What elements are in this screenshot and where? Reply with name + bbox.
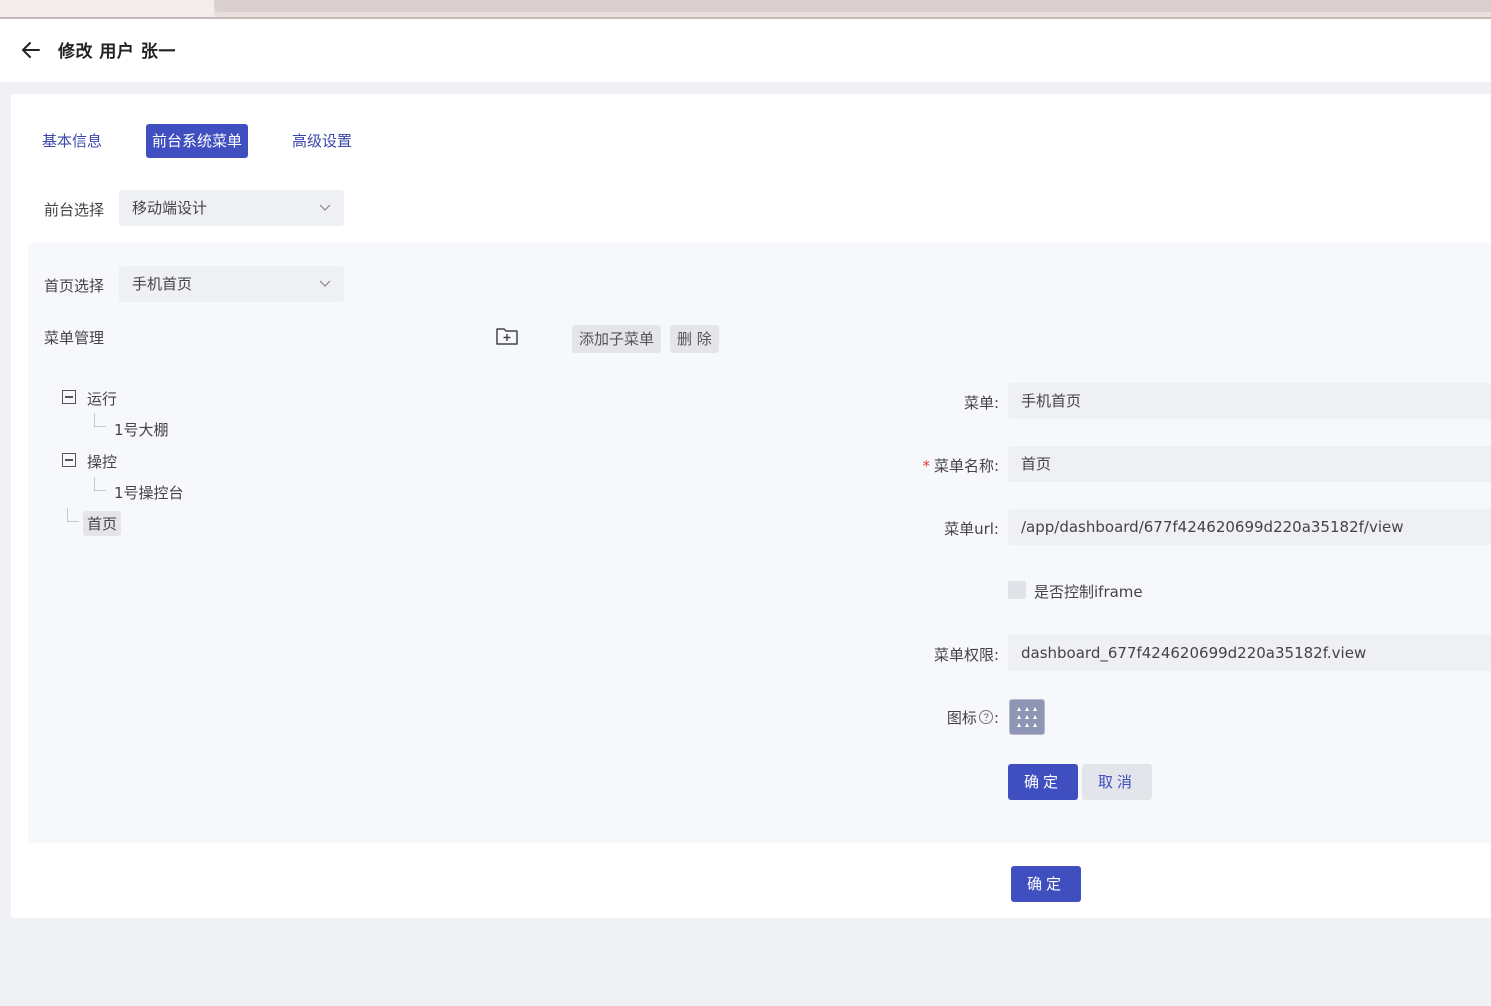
- browser-tab-active[interactable]: [0, 0, 214, 17]
- icon-label-colon: :: [993, 709, 999, 727]
- tree-node-home[interactable]: 首页: [83, 511, 122, 536]
- tree-node-control[interactable]: 操控: [87, 451, 117, 472]
- delete-menu-button[interactable]: 删 除: [670, 325, 719, 353]
- menu-field[interactable]: 手机首页: [1008, 383, 1491, 419]
- home-select-value: 手机首页: [132, 275, 193, 293]
- frontend-select-value: 移动端设计: [132, 199, 208, 217]
- page-header: 修改 用户 张一: [0, 19, 1491, 82]
- tab-frontend-menu[interactable]: 前台系统菜单: [146, 124, 249, 158]
- tab-basic-info[interactable]: 基本信息: [42, 124, 102, 158]
- add-child-menu-button[interactable]: 添加子菜单: [572, 325, 662, 353]
- menu-permission-field[interactable]: dashboard_677f424620699d220a35182f.view: [1008, 635, 1491, 671]
- help-circle-icon[interactable]: [978, 709, 994, 725]
- tree-collapse-toggle[interactable]: [62, 453, 76, 467]
- tab-advanced-settings[interactable]: 高级设置: [292, 124, 352, 158]
- iframe-checkbox-label: 是否控制iframe: [1034, 583, 1143, 601]
- home-select-label: 首页选择: [44, 277, 105, 295]
- browser-tab-inactive[interactable]: [214, 0, 1491, 12]
- menu-name-field[interactable]: 首页: [1008, 446, 1491, 482]
- tree-node-console-1[interactable]: 1号操控台: [114, 482, 184, 503]
- menu-url-field[interactable]: /app/dashboard/677f424620699d220a35182f/…: [1008, 509, 1491, 545]
- menu-name-label-text: 菜单名称:: [933, 457, 999, 475]
- tree-collapse-toggle[interactable]: [62, 390, 76, 404]
- tree-node-greenhouse-1[interactable]: 1号大棚: [114, 419, 169, 440]
- tree-node-run[interactable]: 运行: [87, 388, 117, 409]
- form-cancel-button[interactable]: 取消: [1082, 764, 1152, 800]
- menu-permission-label: 菜单权限:: [933, 646, 999, 664]
- chevron-down-icon: [319, 280, 331, 287]
- tree-connector: [94, 477, 106, 491]
- menu-management-label: 菜单管理: [44, 329, 105, 347]
- edit-user-card: 基本信息 前台系统菜单 高级设置 前台选择 移动端设计 首页选择 手机首页 菜单…: [11, 94, 1491, 918]
- frontend-select-label: 前台选择: [44, 201, 105, 219]
- browser-tab-strip: [0, 0, 1491, 19]
- tree-connector: [94, 413, 106, 427]
- required-marker: *: [922, 457, 930, 475]
- menu-label: 菜单:: [963, 394, 999, 412]
- chevron-down-icon: [319, 204, 331, 211]
- iframe-checkbox[interactable]: [1008, 581, 1026, 599]
- home-select[interactable]: 手机首页: [119, 266, 344, 302]
- frontend-select[interactable]: 移动端设计: [119, 190, 344, 226]
- icon-label-text: 图标: [946, 709, 977, 727]
- icon-label: 图标:: [947, 707, 999, 728]
- menu-url-label: 菜单url:: [944, 520, 999, 538]
- add-folder-icon[interactable]: [495, 325, 519, 347]
- back-arrow-icon[interactable]: [20, 39, 42, 61]
- icon-picker[interactable]: [1009, 699, 1045, 735]
- form-confirm-button[interactable]: 确定: [1008, 764, 1078, 800]
- page-title: 修改 用户 张一: [58, 42, 176, 62]
- menu-name-label: * 菜单名称:: [922, 455, 999, 476]
- tree-connector: [67, 508, 79, 522]
- grid-dots-icon: [1017, 707, 1037, 727]
- save-button[interactable]: 确定: [1011, 866, 1081, 902]
- menu-config-panel: 首页选择 手机首页 菜单管理 添加子菜单 删 除 运行 1号大棚 操控 1号操控…: [28, 243, 1491, 843]
